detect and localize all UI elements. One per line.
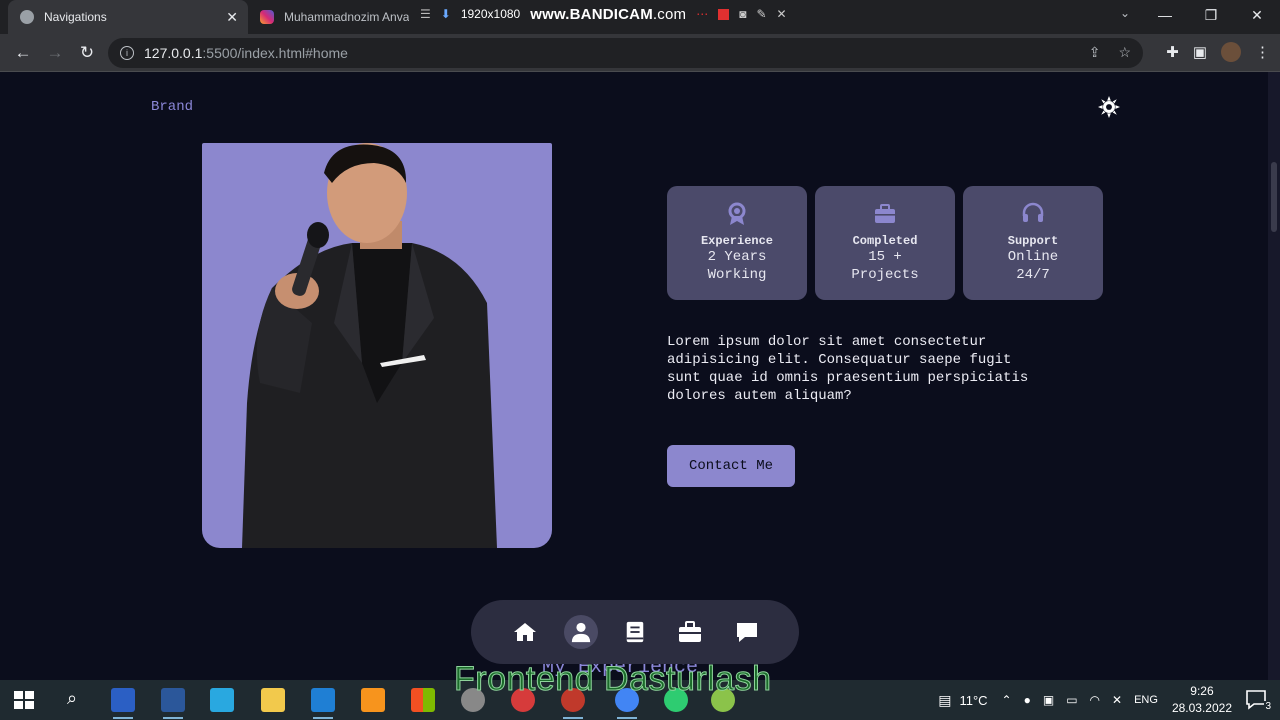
card-line-1: 2 Years (707, 249, 767, 265)
stop-record-icon[interactable] (718, 8, 730, 20)
notifications-icon[interactable]: 3 (1244, 688, 1272, 712)
back-arrow-icon[interactable]: ← (12, 42, 34, 64)
word-icon[interactable] (161, 688, 185, 719)
tab-instagram[interactable]: Muhammadnozim Anva (250, 0, 418, 34)
system-tray: ▤ 11°C ⌃ ● ▣ ▭ ◠ ✕ ENG 9:26 28.03.2022 3 (938, 680, 1280, 720)
completed-card: Completed 15 + Projects (815, 186, 955, 300)
reload-icon[interactable]: ↻ (76, 42, 98, 64)
side-panel-icon[interactable]: ▣ (1193, 43, 1207, 61)
nav-briefcase-icon[interactable] (675, 617, 705, 647)
brand-logo-text[interactable]: Brand (151, 99, 193, 115)
card-line-2: Projects (851, 267, 919, 283)
bandicam-recorder-bar: ☰ ⬇ 1920x1080 www.BANDICAM.com ⋯ ◙ ✎ ✕ (420, 3, 787, 25)
weather-icon[interactable]: ▤ (938, 692, 951, 709)
restore-icon[interactable]: ❐ (1188, 0, 1234, 30)
pencil-icon[interactable]: ✎ (756, 7, 766, 21)
notification-count: 3 (1264, 701, 1272, 712)
battery-icon[interactable]: ▭ (1066, 693, 1077, 707)
card-title: Experience (700, 234, 773, 248)
clock-time: 9:26 (1190, 684, 1214, 698)
theme-toggle-sun-icon[interactable] (1098, 96, 1120, 118)
nav-home-icon[interactable] (510, 617, 540, 647)
windows-start-icon[interactable] (12, 688, 36, 712)
save-app-icon[interactable] (111, 688, 135, 719)
card-line-2: Working (707, 267, 767, 283)
mic-icon[interactable]: ● (1024, 693, 1031, 707)
minimize-icon[interactable]: — (1142, 0, 1188, 30)
card-title: Support (1007, 234, 1059, 248)
language-indicator[interactable]: ENG (1134, 694, 1158, 706)
window-close-icon[interactable]: ✕ (1234, 0, 1280, 30)
temperature[interactable]: 11°C (959, 693, 987, 708)
card-line-2: 24/7 (1016, 267, 1050, 283)
card-title: Completed (852, 234, 918, 248)
support-card: Support Online 24/7 (963, 186, 1103, 300)
tab-title: Muhammadnozim Anva (284, 10, 410, 24)
nav-book-icon[interactable] (620, 617, 650, 647)
volume-muted-icon[interactable]: ✕ (1112, 693, 1122, 707)
experience-card: Experience 2 Years Working (667, 186, 807, 300)
site-info-icon[interactable]: i (120, 46, 134, 60)
tab-navigations[interactable]: Navigations ✕ (8, 0, 248, 34)
instagram-icon (260, 10, 274, 24)
app-tray-icon[interactable]: ▣ (1043, 693, 1054, 707)
close-recorder-icon[interactable]: ✕ (777, 7, 787, 21)
card-line-1: 15 + (868, 249, 902, 265)
menu-icon[interactable]: ☰ (420, 7, 431, 21)
office-icon[interactable] (411, 688, 435, 712)
tab-title: Navigations (44, 10, 107, 24)
bookmark-star-icon[interactable]: ☆ (1118, 44, 1131, 61)
bandicam-logo: www.BANDICAM.com (530, 5, 687, 23)
sublime-icon[interactable] (361, 688, 385, 712)
channel-watermark: Frontend Dasturlash (454, 660, 772, 699)
window-controls: — ❐ ✕ (1142, 0, 1280, 30)
browser-menu-icon[interactable]: ⋮ (1255, 43, 1270, 61)
tray-chevron-icon[interactable]: ⌃ (1002, 693, 1012, 707)
url-host: 127.0.0.1 (144, 45, 203, 61)
clock[interactable]: 9:26 28.03.2022 (1172, 683, 1232, 717)
about-description: Lorem ipsum dolor sit amet consectetur a… (667, 334, 1029, 404)
pin-icon[interactable]: ⬇ (441, 7, 451, 21)
wifi-icon[interactable]: ◠ (1090, 693, 1100, 707)
media-player-icon[interactable] (210, 688, 234, 712)
recording-resolution: 1920x1080 (460, 7, 521, 21)
address-bar[interactable]: i 127.0.0.1:5500/index.html#home ⇪ ☆ (108, 38, 1143, 68)
browser-toolbar: ← → ↻ i 127.0.0.1:5500/index.html#home ⇪… (0, 34, 1280, 72)
camera-icon[interactable]: ◙ (739, 7, 746, 21)
close-tab-icon[interactable]: ✕ (226, 9, 238, 26)
clock-date: 28.03.2022 (1171, 701, 1232, 715)
person-with-microphone-illustration (242, 143, 497, 548)
bottom-navigation (471, 600, 799, 664)
recording-dots-icon: ⋯ (696, 7, 709, 21)
award-icon (728, 202, 746, 225)
nav-user-icon[interactable] (564, 615, 598, 649)
share-icon[interactable]: ⇪ (1089, 44, 1101, 61)
extensions-puzzle-icon[interactable]: ✚ (1166, 43, 1179, 61)
portfolio-page: Brand Experience 2 Years Working Complet… (0, 72, 1268, 680)
nav-chat-icon[interactable] (732, 617, 762, 647)
browser-tab-bar: Navigations ✕ Muhammadnozim Anva ☰ ⬇ 192… (0, 0, 1280, 34)
page-scrollbar[interactable] (1268, 72, 1280, 680)
search-icon[interactable]: ⌕ (60, 688, 84, 712)
file-explorer-icon[interactable] (261, 688, 285, 712)
tab-search-chevron-icon[interactable]: ⌄ (1120, 6, 1130, 20)
card-line-1: Online (1007, 249, 1059, 265)
vscode-icon[interactable] (311, 688, 335, 719)
contact-me-button[interactable]: Contact Me (667, 445, 795, 487)
headset-icon (1022, 202, 1044, 222)
scrollbar-thumb[interactable] (1271, 162, 1277, 232)
globe-icon (20, 10, 34, 24)
forward-arrow-icon[interactable]: → (44, 42, 66, 64)
profile-avatar[interactable] (1221, 42, 1241, 62)
url-path: :5500/index.html#home (202, 45, 348, 61)
profile-photo (202, 143, 552, 548)
briefcase-icon (875, 204, 895, 223)
